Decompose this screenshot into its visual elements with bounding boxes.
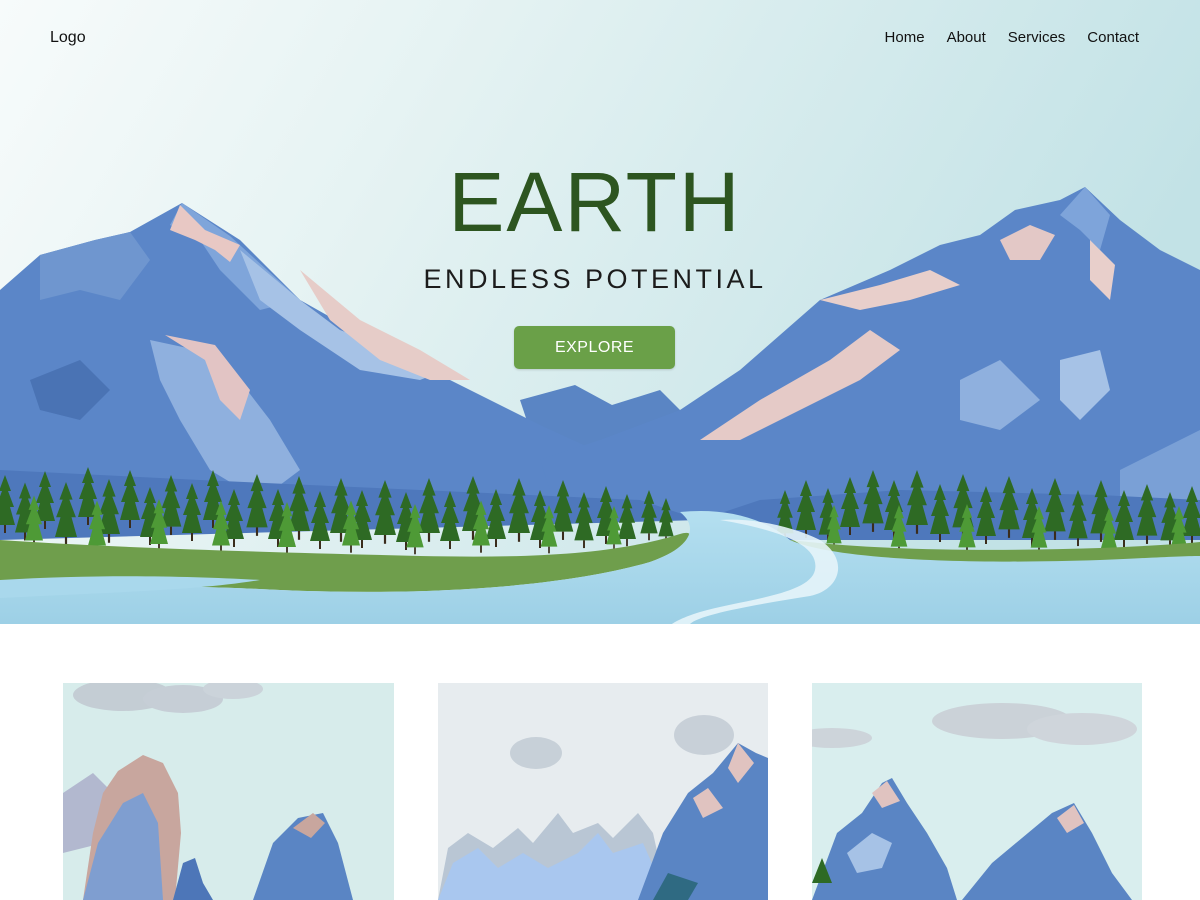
hero-title: EARTH bbox=[448, 155, 742, 249]
nav-services-link[interactable]: Services bbox=[1008, 29, 1066, 46]
card-image-1[interactable] bbox=[63, 683, 394, 900]
hero-section: Logo Home About Services Contact EARTH E… bbox=[0, 0, 1200, 624]
nav-home-link[interactable]: Home bbox=[885, 29, 925, 46]
hero-subtitle: ENDLESS POTENTIAL bbox=[423, 264, 767, 294]
twin-peaks-illustration bbox=[812, 683, 1142, 900]
mountain-landscape-illustration bbox=[0, 0, 1200, 624]
hero-text-block: EARTH ENDLESS POTENTIAL bbox=[0, 160, 1190, 295]
snowy-range-illustration bbox=[438, 683, 768, 900]
card-image-2[interactable] bbox=[438, 683, 769, 900]
main-menu: Home About Services Contact bbox=[885, 29, 1139, 46]
nav-contact-link[interactable]: Contact bbox=[1087, 29, 1139, 46]
nav-about-link[interactable]: About bbox=[947, 29, 986, 46]
explore-button[interactable]: EXPLORE bbox=[514, 326, 675, 369]
image-cards-row bbox=[0, 683, 1200, 900]
logo-link[interactable]: Logo bbox=[50, 29, 86, 47]
card-image-3[interactable] bbox=[812, 683, 1143, 900]
top-navigation: Logo Home About Services Contact bbox=[0, 0, 1200, 78]
mountain-rocks-illustration bbox=[63, 683, 394, 900]
